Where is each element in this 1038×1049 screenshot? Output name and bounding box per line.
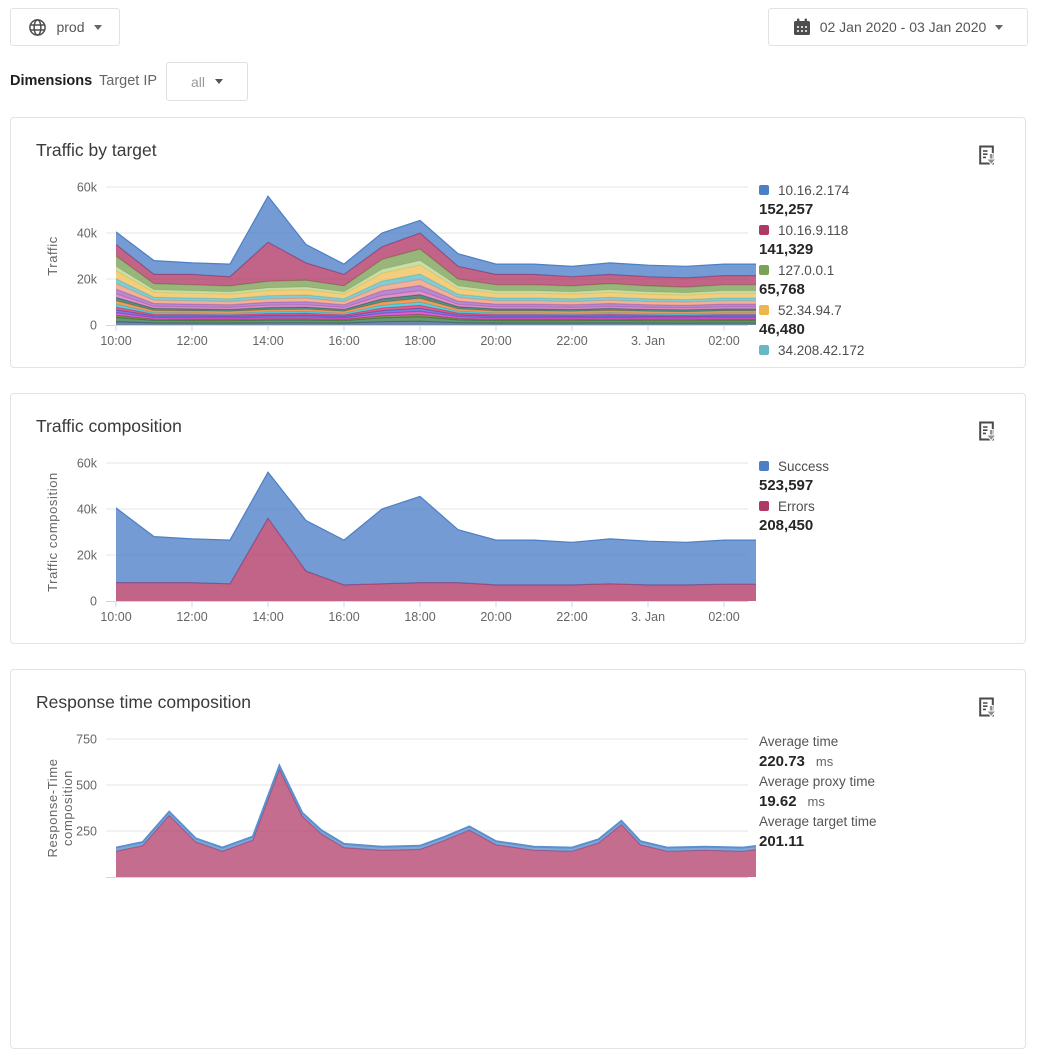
legend-item[interactable]: 34.208.42.172 (759, 340, 1024, 360)
x-tick-label: 22:00 (556, 610, 587, 624)
legend-label: Errors (778, 499, 815, 514)
card-3: Response time composition750500250Respon… (10, 669, 1026, 1049)
legend-label: Success (778, 459, 829, 474)
target-ip-value: all (191, 74, 205, 90)
x-tick-label: 20:00 (480, 610, 511, 624)
legend-item[interactable]: Success 523,597 (759, 456, 1024, 496)
legend-item[interactable]: Errors 208,450 (759, 496, 1024, 536)
x-tick-label: 12:00 (176, 334, 207, 348)
legend-item[interactable]: 52.34.94.7 46,480 (759, 300, 1024, 340)
legend-value: 208,450 (759, 516, 1024, 536)
x-tick-label: 18:00 (404, 610, 435, 624)
legend-swatch (759, 461, 769, 471)
legend-swatch (759, 305, 769, 315)
y-axis-title: Traffic (45, 236, 60, 276)
y-tick-label: 0 (90, 595, 97, 609)
chart-legend: Success 523,597 Errors 208,450 (759, 456, 1024, 536)
globe-icon (28, 18, 47, 37)
environment-label: prod (56, 19, 84, 35)
x-tick-label: 3. Jan (631, 334, 665, 348)
x-tick-label: 02:00 (708, 334, 739, 348)
stat-label: Average time (759, 732, 1024, 752)
x-tick-label: 14:00 (252, 334, 283, 348)
area-series[interactable] (116, 472, 756, 585)
chart-stats: Average time220.73msAverage proxy time19… (759, 732, 1024, 852)
chart-plot-area[interactable] (116, 766, 758, 877)
stat-value: 220.73ms (759, 752, 1024, 772)
dimensions-label: Dimensions (10, 73, 92, 89)
stat-value: 201.11 (759, 832, 1024, 852)
y-tick-label: 0 (90, 319, 97, 333)
legend-swatch (759, 185, 769, 195)
y-tick-label: 500 (76, 779, 97, 793)
stat-value: 19.62ms (759, 792, 1024, 812)
chart-plot-area[interactable] (116, 472, 756, 601)
legend-value: 152,257 (759, 200, 1024, 220)
legend-label: 10.16.2.174 (778, 183, 849, 198)
y-axis-title: Response-Timecomposition (45, 758, 75, 857)
analytics-dashboard: { "header": { "env_label": "prod", "date… (0, 0, 1038, 835)
environment-selector[interactable]: prod (10, 8, 120, 46)
x-tick-label: 10:00 (100, 334, 131, 348)
calendar-icon (793, 18, 811, 36)
y-tick-label: 60k (77, 181, 98, 195)
area-series[interactable] (116, 766, 758, 852)
x-tick-label: 20:00 (480, 334, 511, 348)
card-2: Traffic composition60k40k20k0Traffic com… (10, 393, 1026, 644)
y-tick-label: 250 (76, 825, 97, 839)
legend-value: 523,597 (759, 476, 1024, 496)
stat-unit: ms (808, 794, 825, 809)
chevron-down-icon (995, 25, 1003, 30)
legend-label: 52.34.94.7 (778, 303, 842, 318)
legend-swatch (759, 225, 769, 235)
legend-item[interactable]: 10.16.9.118 141,329 (759, 220, 1024, 260)
x-tick-label: 14:00 (252, 610, 283, 624)
target-ip-dropdown[interactable]: all (166, 62, 248, 101)
legend-item[interactable]: 10.16.2.174 152,257 (759, 180, 1024, 220)
x-tick-label: 10:00 (100, 610, 131, 624)
legend-value: 46,480 (759, 320, 1024, 340)
legend-swatch (759, 265, 769, 275)
y-tick-label: 40k (77, 227, 98, 241)
legend-item[interactable]: 127.0.0.1 65,768 (759, 260, 1024, 300)
y-tick-label: 40k (77, 503, 98, 517)
chevron-down-icon (215, 79, 223, 84)
x-tick-label: 12:00 (176, 610, 207, 624)
stat-label: Average target time (759, 812, 1024, 832)
legend-swatch (759, 501, 769, 511)
y-tick-label: 60k (77, 457, 98, 471)
chevron-down-icon (94, 25, 102, 30)
target-ip-label: Target IP (99, 73, 157, 89)
y-tick-label: 750 (76, 733, 97, 747)
x-tick-label: 3. Jan (631, 610, 665, 624)
chart-plot-area[interactable] (116, 196, 756, 325)
x-tick-label: 22:00 (556, 334, 587, 348)
date-range-label: 02 Jan 2020 - 03 Jan 2020 (820, 19, 987, 35)
area-series[interactable] (116, 769, 758, 877)
stat-unit: ms (816, 754, 833, 769)
legend-label: 10.16.9.118 (778, 223, 848, 238)
legend-swatch (759, 345, 769, 355)
legend-value: 141,329 (759, 240, 1024, 260)
x-tick-label: 18:00 (404, 334, 435, 348)
card-1: Traffic by target60k40k20k0Traffic10:001… (10, 117, 1026, 368)
y-axis-title: Traffic composition (45, 472, 60, 592)
x-tick-label: 16:00 (328, 610, 359, 624)
date-range-picker[interactable]: 02 Jan 2020 - 03 Jan 2020 (768, 8, 1028, 46)
x-tick-label: 16:00 (328, 334, 359, 348)
legend-label: 127.0.0.1 (778, 263, 834, 278)
legend-value: 65,768 (759, 280, 1024, 300)
y-tick-label: 20k (77, 549, 98, 563)
chart-legend: 10.16.2.174152,25710.16.9.118141,329127.… (759, 180, 1024, 360)
y-tick-label: 20k (77, 273, 98, 287)
stat-label: Average proxy time (759, 772, 1024, 792)
x-tick-label: 02:00 (708, 610, 739, 624)
legend-label: 34.208.42.172 (778, 343, 864, 358)
